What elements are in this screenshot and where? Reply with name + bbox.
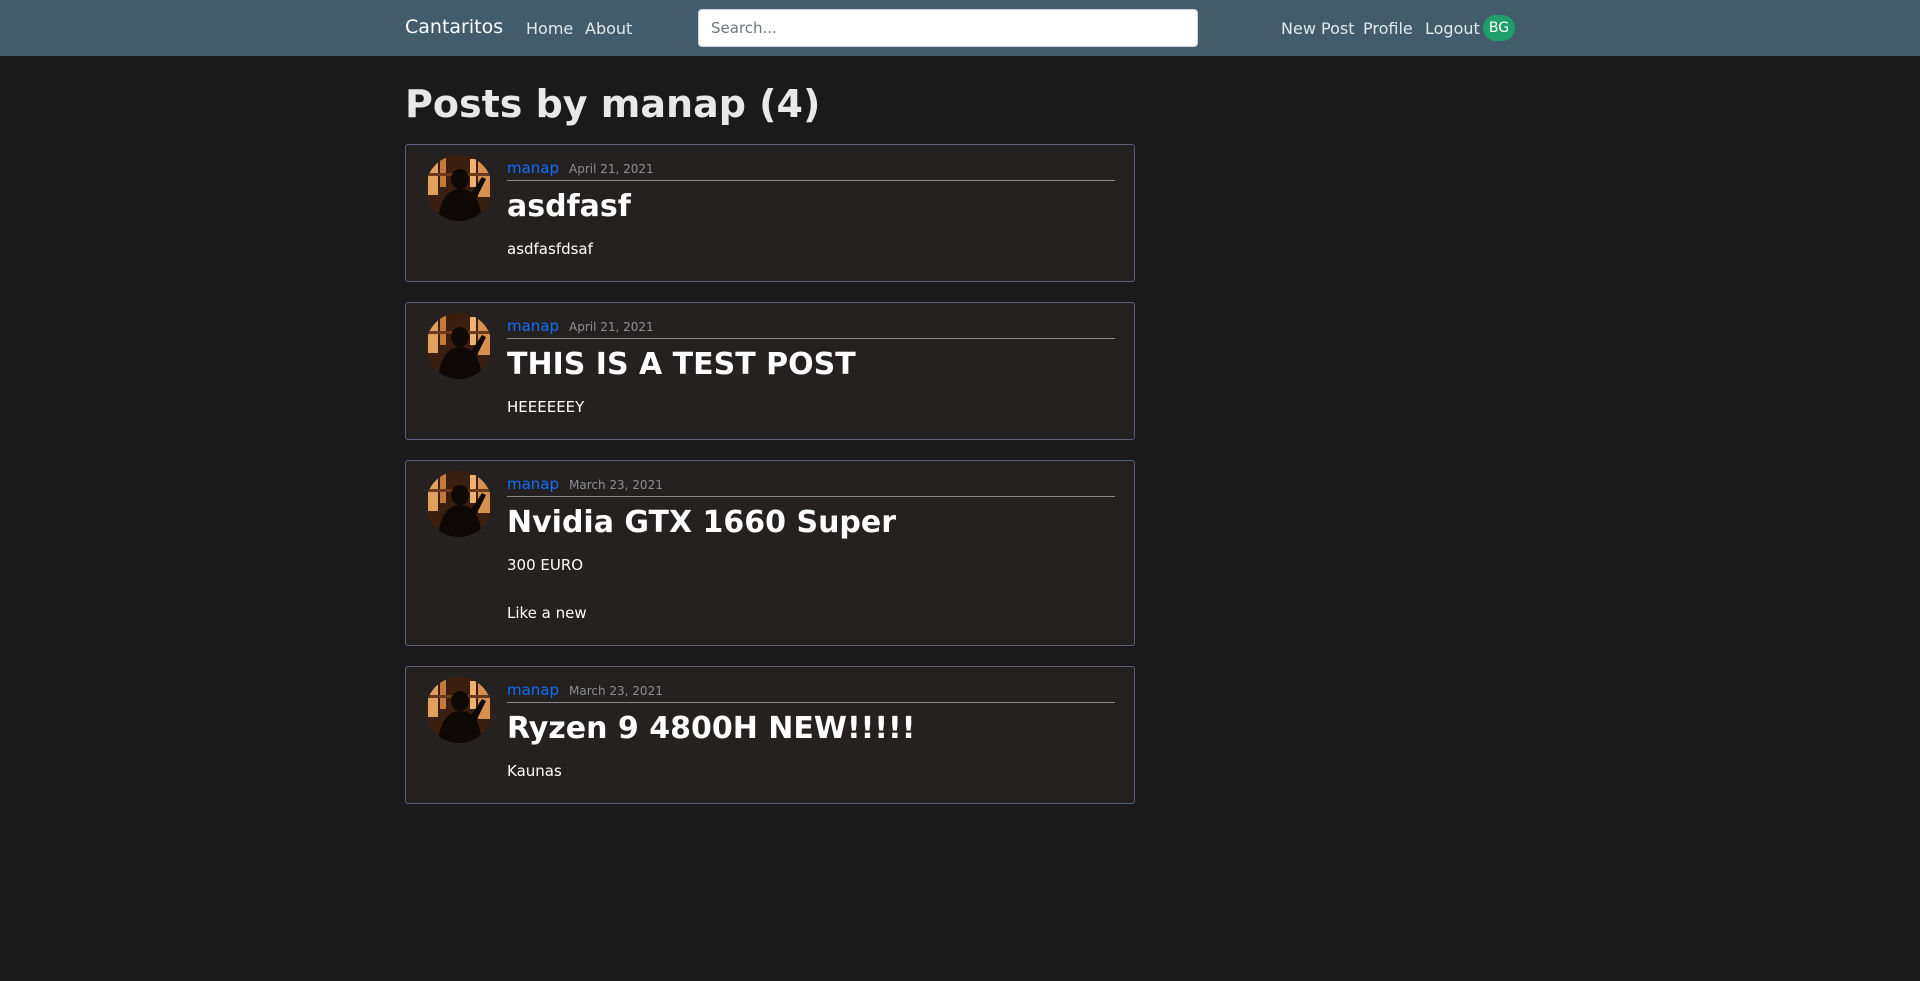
nav-link-about[interactable]: About [585, 19, 632, 38]
post-card: manap March 23, 2021 Ryzen 9 4800H NEW!!… [405, 666, 1135, 804]
author-avatar[interactable] [426, 677, 492, 743]
nav-link-profile[interactable]: Profile [1363, 19, 1413, 38]
author-avatar[interactable] [426, 313, 492, 379]
post-meta: manap April 21, 2021 [507, 303, 1115, 339]
post-author-link[interactable]: manap [507, 681, 559, 699]
brand-logo-link[interactable]: Cantaritos [405, 16, 503, 38]
post-body: manap April 21, 2021 asdfasf asdfasfdsaf [507, 145, 1115, 261]
nav-link-logout[interactable]: Logout [1425, 19, 1480, 38]
post-body: manap April 21, 2021 THIS IS A TEST POST… [507, 303, 1115, 419]
user-avatar-badge[interactable]: BG [1483, 15, 1515, 41]
post-meta: manap March 23, 2021 [507, 667, 1115, 703]
avatar-photo-icon [426, 677, 492, 743]
post-card: manap April 21, 2021 asdfasf asdfasfdsaf [405, 144, 1135, 282]
post-title-link[interactable]: Ryzen 9 4800H NEW!!!!! [507, 710, 1115, 748]
search-input[interactable] [698, 9, 1198, 47]
post-date: March 23, 2021 [569, 684, 663, 698]
author-avatar[interactable] [426, 471, 492, 537]
post-title-link[interactable]: Nvidia GTX 1660 Super [507, 504, 1115, 542]
post-body: manap March 23, 2021 Ryzen 9 4800H NEW!!… [507, 667, 1115, 783]
post-card: manap March 23, 2021 Nvidia GTX 1660 Sup… [405, 460, 1135, 646]
post-author-link[interactable]: manap [507, 475, 559, 493]
post-title-link[interactable]: asdfasf [507, 188, 1115, 226]
post-content: Kaunas [507, 762, 562, 780]
avatar-photo-icon [426, 471, 492, 537]
page-title: Posts by manap (4) [405, 82, 821, 126]
nav-link-new-post[interactable]: New Post [1281, 19, 1354, 38]
post-date: March 23, 2021 [569, 478, 663, 492]
post-body: manap March 23, 2021 Nvidia GTX 1660 Sup… [507, 461, 1115, 625]
post-meta: manap March 23, 2021 [507, 461, 1115, 497]
author-avatar[interactable] [426, 155, 492, 221]
post-meta: manap April 21, 2021 [507, 145, 1115, 181]
post-content: HEEEEEEY [507, 398, 585, 416]
avatar-photo-icon [426, 313, 492, 379]
post-card: manap April 21, 2021 THIS IS A TEST POST… [405, 302, 1135, 440]
top-navbar: Cantaritos Home About New Post Profile L… [0, 0, 1920, 56]
avatar-photo-icon [426, 155, 492, 221]
navbar-container: Cantaritos Home About New Post Profile L… [405, 0, 1515, 56]
nav-link-home[interactable]: Home [526, 19, 573, 38]
post-date: April 21, 2021 [569, 320, 654, 334]
post-author-link[interactable]: manap [507, 317, 559, 335]
post-content: asdfasfdsaf [507, 240, 593, 258]
post-date: April 21, 2021 [569, 162, 654, 176]
post-title-link[interactable]: THIS IS A TEST POST [507, 346, 1115, 384]
post-content: 300 EURO Like a new [507, 556, 587, 622]
post-author-link[interactable]: manap [507, 159, 559, 177]
